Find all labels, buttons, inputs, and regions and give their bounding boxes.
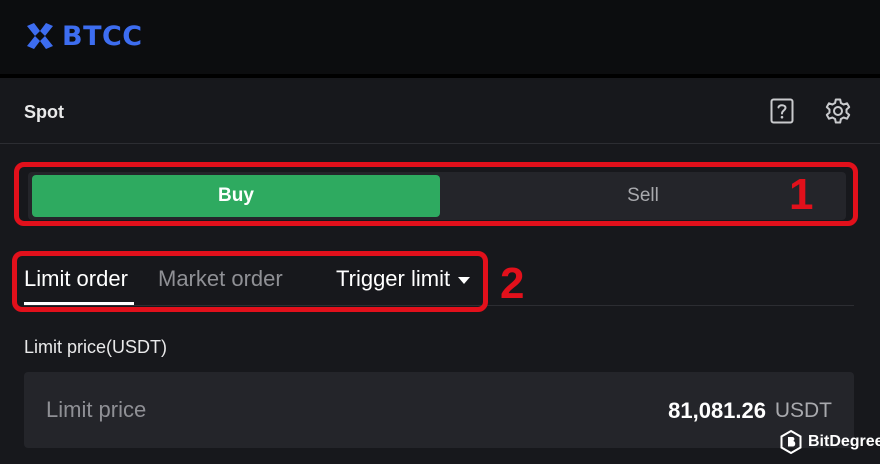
watermark-text: BitDegree bbox=[808, 433, 880, 450]
limit-price-field: 81,081.26 USDT bbox=[24, 372, 854, 448]
bitdegree-logo-icon bbox=[780, 430, 802, 454]
highlight-box-2 bbox=[12, 251, 488, 312]
gear-icon[interactable] bbox=[824, 97, 852, 125]
limit-price-label: Limit price(USDT) bbox=[24, 337, 168, 357]
price-unit: USDT bbox=[774, 399, 832, 422]
panel-title: Spot bbox=[24, 102, 64, 122]
top-bar: BTCC bbox=[0, 0, 880, 74]
help-question-icon[interactable] bbox=[770, 98, 794, 124]
annotation-number-1: 1 bbox=[789, 170, 814, 219]
panel-divider bbox=[0, 143, 880, 144]
btcc-logo-icon bbox=[27, 23, 53, 49]
limit-price-input[interactable] bbox=[24, 372, 644, 448]
bitdegree-watermark: BitDegree bbox=[780, 430, 880, 454]
highlight-box-1 bbox=[14, 162, 858, 226]
annotation-number-2: 2 bbox=[500, 259, 525, 308]
btcc-logo[interactable]: BTCC bbox=[24, 20, 143, 52]
limit-price-value: 81,081.26 bbox=[668, 398, 766, 423]
brand-name: BTCC bbox=[62, 20, 143, 52]
